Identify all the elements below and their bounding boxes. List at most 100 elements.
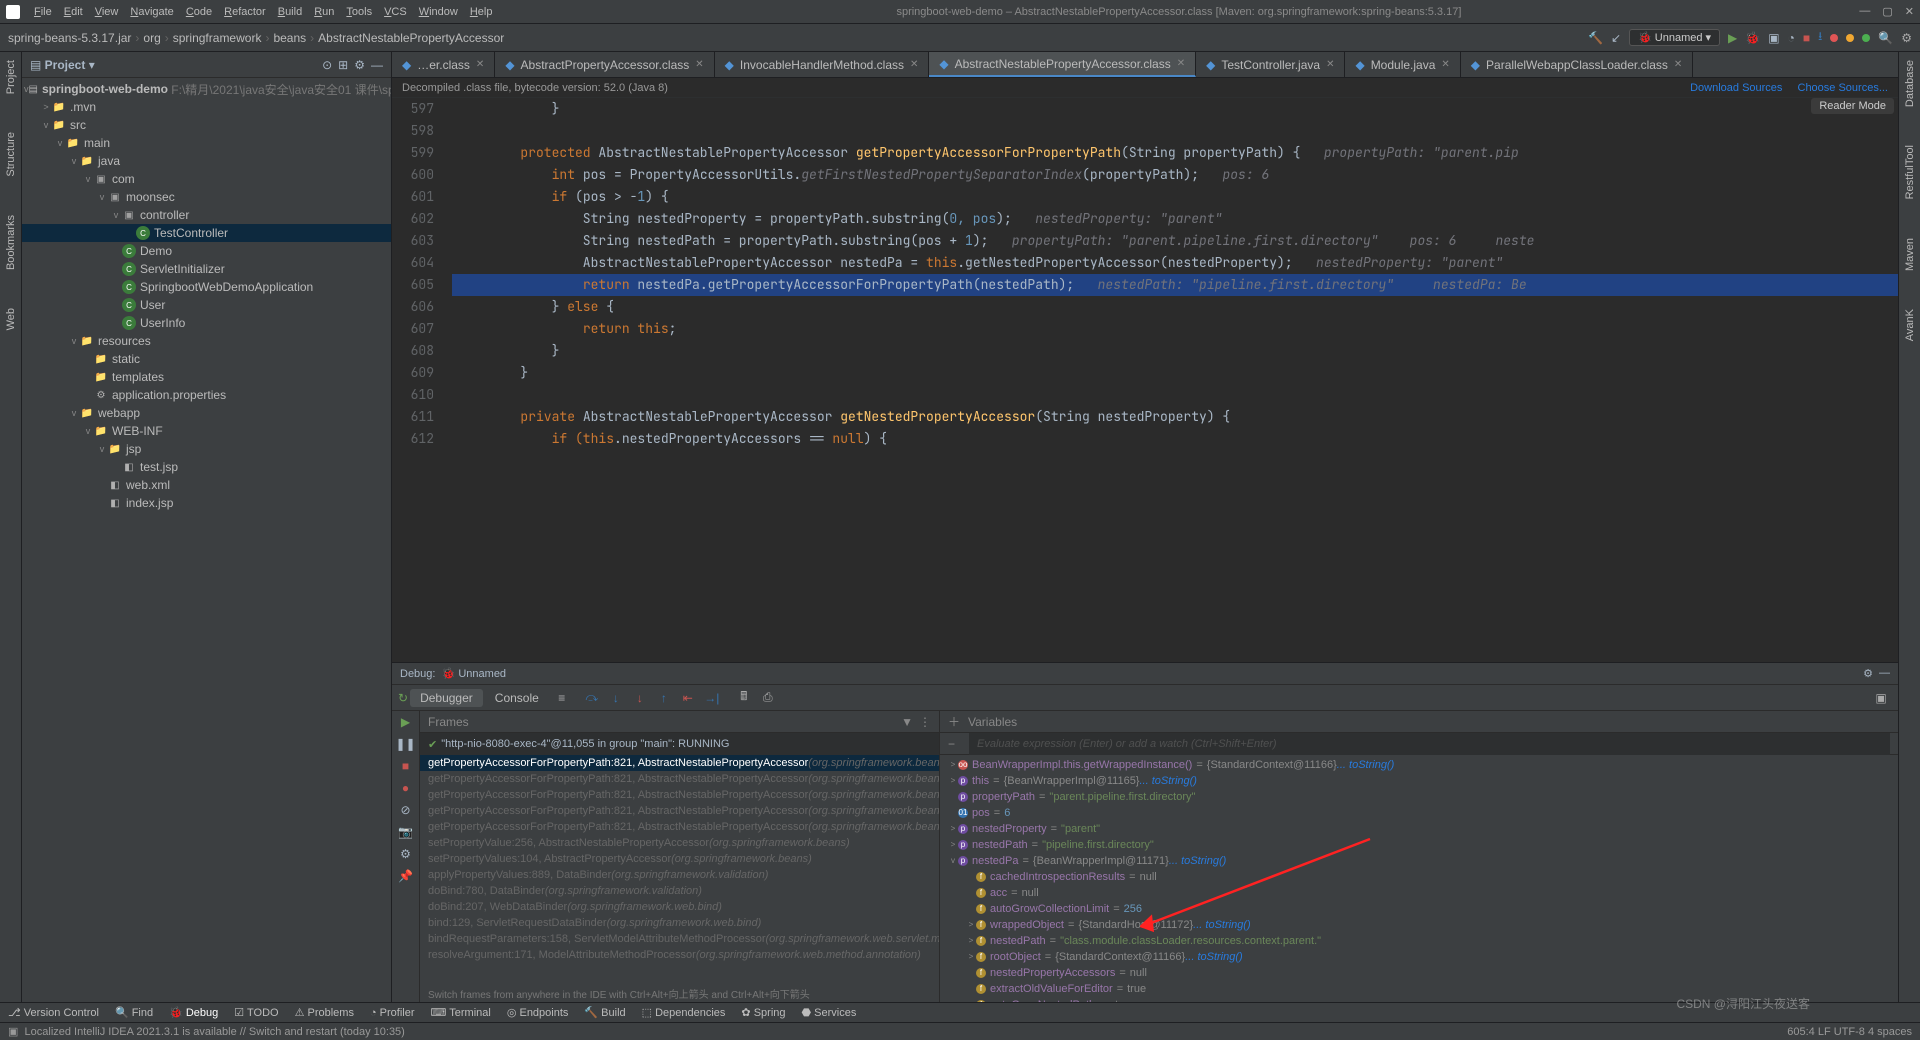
window-controls[interactable]: —▢✕	[1859, 5, 1914, 18]
tool-build[interactable]: 🔨 Build	[576, 1003, 633, 1022]
code-line[interactable]: if (this.nestedPropertyAccessors == null…	[452, 428, 1898, 450]
tool-avank[interactable]: AvanK	[1904, 305, 1916, 345]
menu-edit[interactable]: Edit	[58, 4, 89, 20]
crumb[interactable]: beans	[273, 31, 306, 45]
filter-icon[interactable]: ▼	[901, 715, 913, 729]
remove-watch-icon[interactable]: −	[948, 737, 955, 751]
variable-row[interactable]: facc= null	[940, 885, 1898, 901]
close-icon[interactable]: ✕	[1177, 58, 1185, 69]
tree-item[interactable]: ◧index.jsp	[22, 494, 391, 512]
more-icon[interactable]: ⋮	[919, 715, 931, 729]
variable-row[interactable]: ppropertyPath= "parent.pipeline.first.di…	[940, 789, 1898, 805]
select-run-icon[interactable]: ↙	[1611, 31, 1621, 45]
variable-row[interactable]: fautoGrowCollectionLimit= 256	[940, 901, 1898, 917]
close-icon[interactable]: ✕	[1441, 59, 1449, 70]
step-out-icon[interactable]: ↑	[653, 687, 675, 709]
editor-tab[interactable]: ◆AbstractPropertyAccessor.class✕	[495, 52, 714, 77]
settings-icon[interactable]: ⚙	[1863, 667, 1873, 680]
tree-item[interactable]: v▣moonsec	[22, 188, 391, 206]
code-line[interactable]	[452, 384, 1898, 406]
evaluate-input[interactable]: Evaluate expression (Enter) or add a wat…	[969, 733, 1890, 755]
tool-structure[interactable]: Structure	[5, 128, 17, 181]
variable-row[interactable]: >pnestedPath= "pipeline.first.directory"	[940, 837, 1898, 853]
editor-tab[interactable]: ◆AbstractNestablePropertyAccessor.class✕	[929, 52, 1196, 77]
tree-item[interactable]: v▣com	[22, 170, 391, 188]
download-sources-link[interactable]: Download Sources	[1690, 82, 1782, 94]
search-everywhere-icon[interactable]: 🔍	[1878, 31, 1893, 45]
menu-build[interactable]: Build	[272, 4, 308, 20]
tab-console[interactable]: Console	[485, 689, 549, 707]
tree-item[interactable]: 📁templates	[22, 368, 391, 386]
code-line[interactable]: }	[452, 98, 1898, 120]
code-line[interactable]: protected AbstractNestablePropertyAccess…	[452, 142, 1898, 164]
crumb[interactable]: AbstractNestablePropertyAccessor	[318, 31, 504, 45]
code-line[interactable]: return this;	[452, 318, 1898, 340]
tree-item[interactable]: ◧web.xml	[22, 476, 391, 494]
tree-item[interactable]: CUser	[22, 296, 391, 314]
close-icon[interactable]: ✕	[1674, 59, 1682, 70]
tree-item[interactable]: 📁static	[22, 350, 391, 368]
menu-run[interactable]: Run	[308, 4, 340, 20]
variable-row[interactable]: >pthis= {BeanWrapperImpl@11165} ... toSt…	[940, 773, 1898, 789]
tool-maven[interactable]: Maven	[1904, 234, 1916, 275]
profile-icon[interactable]: ◔	[1788, 31, 1795, 45]
stack-frame[interactable]: getPropertyAccessorForPropertyPath:821, …	[420, 787, 939, 803]
crumb[interactable]: spring-beans-5.3.17.jar	[8, 31, 131, 45]
stack-frame[interactable]: bind:129, ServletRequestDataBinder (org.…	[420, 915, 939, 931]
git-update-icon[interactable]: ⭳	[1818, 27, 1822, 48]
tree-item[interactable]: v📁jsp	[22, 440, 391, 458]
tool-database[interactable]: Database	[1904, 56, 1916, 111]
tab-debugger[interactable]: Debugger	[410, 689, 483, 707]
menu-navigate[interactable]: Navigate	[124, 4, 179, 20]
tool-find[interactable]: 🔍 Find	[107, 1003, 161, 1022]
tree-item[interactable]: CServletInitializer	[22, 260, 391, 278]
stop-icon[interactable]: ■	[1803, 31, 1810, 45]
crumb[interactable]: org	[143, 31, 160, 45]
force-step-into-icon[interactable]: ↓	[629, 687, 651, 709]
step-over-icon[interactable]: ⤼	[581, 687, 603, 709]
new-watch-icon[interactable]: ＋	[948, 713, 960, 730]
crumb[interactable]: springframework	[173, 31, 262, 45]
tool-terminal[interactable]: ⌨ Terminal	[423, 1003, 499, 1022]
hide-icon[interactable]: —	[371, 58, 383, 72]
coverage-icon[interactable]: ▣	[1768, 31, 1779, 45]
right-tool-strip[interactable]: DatabaseRestfulToolMavenAvanK	[1898, 52, 1920, 1002]
project-title[interactable]: ▤ Project ▾	[30, 58, 95, 72]
code-viewport[interactable]: 5975985996006016026036046056066076086096…	[392, 98, 1898, 662]
tree-item[interactable]: v📁java	[22, 152, 391, 170]
stack-frame[interactable]: getPropertyAccessorForPropertyPath:821, …	[420, 771, 939, 787]
tree-item[interactable]: v📁WEB-INF	[22, 422, 391, 440]
tree-item[interactable]: ◧test.jsp	[22, 458, 391, 476]
code-line[interactable]	[452, 120, 1898, 142]
tool-project[interactable]: Project	[5, 56, 17, 98]
settings-icon[interactable]: ⚙	[1901, 31, 1912, 45]
tree-item[interactable]: v📁src	[22, 116, 391, 134]
tool-endpoints[interactable]: ◎ Endpoints	[499, 1003, 577, 1022]
variable-row[interactable]: 01pos= 6	[940, 805, 1898, 821]
tree-item[interactable]: v📁main	[22, 134, 391, 152]
tool-services[interactable]: ⬣ Services	[794, 1003, 865, 1022]
run-config-selector[interactable]: 🐞 Unnamed ▾	[1629, 29, 1720, 46]
code-line[interactable]: String nestedProperty = propertyPath.sub…	[452, 208, 1898, 230]
project-tree[interactable]: v▤springboot-web-demo F:\精月\2021\java安全\…	[22, 78, 391, 1002]
rerun-icon[interactable]: ↻	[398, 691, 408, 705]
tool-todo[interactable]: ☑ TODO	[226, 1003, 286, 1022]
code-line[interactable]: int pos = PropertyAccessorUtils.getFirst…	[452, 164, 1898, 186]
stack-frame[interactable]: setPropertyValues:104, AbstractPropertyA…	[420, 851, 939, 867]
tool-bookmarks[interactable]: Bookmarks	[5, 211, 17, 274]
stack-frame[interactable]: resolveArgument:171, ModelAttributeMetho…	[420, 947, 939, 963]
stack-frame[interactable]: doBind:780, DataBinder (org.springframew…	[420, 883, 939, 899]
stack-frame[interactable]: setPropertyValue:256, AbstractNestablePr…	[420, 835, 939, 851]
select-open-file-icon[interactable]: ⊙	[322, 58, 332, 72]
debug-icon[interactable]: 🐞	[1745, 31, 1760, 45]
tool-problems[interactable]: ⚠ Problems	[287, 1003, 362, 1022]
tool-dependencies[interactable]: ⬚ Dependencies	[634, 1003, 734, 1022]
code-line[interactable]: }	[452, 362, 1898, 384]
left-tool-strip[interactable]: ProjectStructureBookmarksWeb	[0, 52, 22, 1002]
close-icon[interactable]: ✕	[1326, 59, 1334, 70]
variable-row[interactable]: fcachedIntrospectionResults= null	[940, 869, 1898, 885]
menu-help[interactable]: Help	[464, 4, 499, 20]
variable-row[interactable]: >fnestedPath= "class.module.classLoader.…	[940, 933, 1898, 949]
stack-frame[interactable]: bindRequestParameters:158, ServletModelA…	[420, 931, 939, 947]
bottom-tool-bar[interactable]: ⎇ Version Control🔍 Find🐞 Debug☑ TODO⚠ Pr…	[0, 1002, 1920, 1022]
